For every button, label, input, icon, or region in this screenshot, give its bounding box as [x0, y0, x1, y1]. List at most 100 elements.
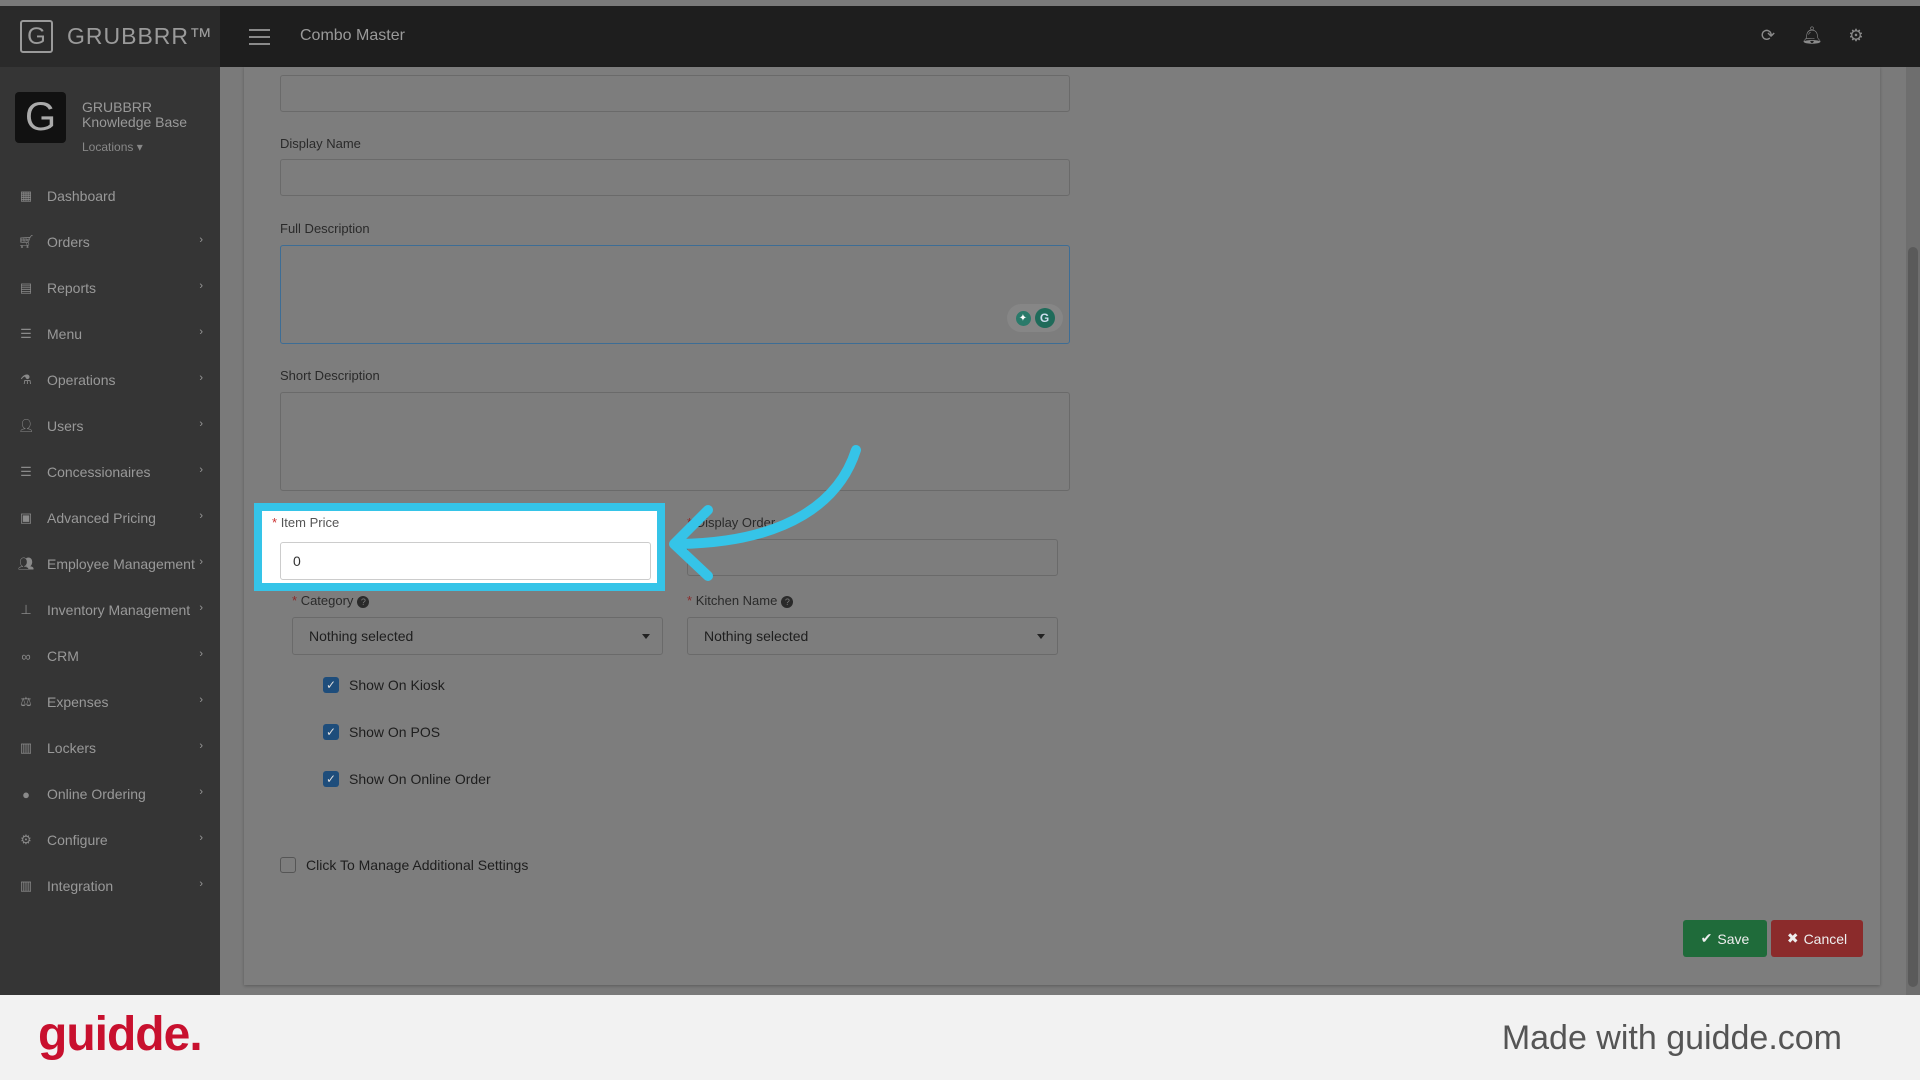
- checkbox-empty: [280, 857, 296, 873]
- category-selected: Nothing selected: [309, 628, 414, 644]
- checkbox-label: Show On POS: [349, 724, 441, 740]
- chevron-right-icon: ›: [199, 464, 203, 476]
- scrollbar-thumb[interactable]: [1908, 247, 1918, 987]
- check-icon: ✓: [323, 771, 339, 787]
- bell-icon[interactable]: 🔔︎: [1801, 26, 1823, 46]
- sidebar-item-label: Configure: [47, 832, 108, 848]
- sidebar-item-label: Employee Management: [47, 556, 195, 572]
- sidebar-item-expenses[interactable]: ⚖ Expenses ›: [0, 679, 220, 725]
- category-select[interactable]: Nothing selected: [292, 617, 663, 655]
- balance-icon: ⚖: [20, 694, 32, 709]
- sidebar-item-dashboard[interactable]: ▦ Dashboard: [0, 173, 220, 219]
- chevron-right-icon: ›: [199, 326, 203, 338]
- sidebar-item-label: Operations: [47, 372, 116, 388]
- top-icons: ⟳ 🔔︎ ⚙: [1758, 26, 1866, 46]
- sidebar-item-label: Expenses: [47, 694, 109, 710]
- dashboard-icon: ▦: [19, 188, 33, 203]
- sidebar-item-configure[interactable]: ⚙ Configure ›: [0, 817, 220, 863]
- footer: guidde. Made with guidde.com: [0, 995, 1920, 1080]
- sidebar-item-advanced-pricing[interactable]: ▣ Advanced Pricing ›: [0, 495, 220, 541]
- sidebar-item-crm[interactable]: ∞ CRM ›: [0, 633, 220, 679]
- locations-dropdown[interactable]: Locations ▾: [82, 140, 143, 154]
- sidebar-item-label: Advanced Pricing: [47, 510, 156, 526]
- checkbox-label: Show On Online Order: [349, 771, 491, 787]
- kitchen-name-label: * Kitchen Name?: [687, 593, 794, 608]
- show-on-pos-checkbox[interactable]: ✓ Show On POS: [323, 724, 440, 740]
- item-price-highlight: * Item Price 0: [254, 503, 665, 591]
- link-icon: ∞: [21, 648, 31, 664]
- cancel-button[interactable]: ✖ Cancel: [1771, 920, 1863, 957]
- check-icon: ✔: [1700, 930, 1713, 946]
- sitemap-icon: ⊥: [20, 602, 32, 617]
- locations-label: Locations: [82, 140, 134, 154]
- sidebar-item-inventory-management[interactable]: ⊥ Inventory Management ›: [0, 587, 220, 633]
- annotation-arrow: [669, 445, 861, 581]
- chevron-right-icon: ›: [199, 280, 203, 292]
- sidebar-item-reports[interactable]: ▤ Reports ›: [0, 265, 220, 311]
- page-title: Combo Master: [300, 27, 405, 44]
- report-icon: ▤: [19, 280, 33, 295]
- avatar[interactable]: G: [15, 92, 66, 143]
- made-with-text: Made with guidde.com: [1501, 1019, 1842, 1057]
- sidebar-item-label: Lockers: [47, 740, 97, 756]
- sidebar-item-users[interactable]: 👤︎ Users ›: [0, 403, 220, 449]
- chevron-right-icon: ›: [199, 740, 203, 752]
- caret-down-icon: [1037, 634, 1045, 639]
- grubbrr-logo-icon: G: [20, 20, 53, 53]
- sidebar-menu: ▦ Dashboard 🛒︎ Orders › ▤ Reports › ☰ Menu › ⚗ O…: [0, 173, 220, 909]
- scrollbar[interactable]: [1906, 67, 1920, 995]
- full-description-textarea[interactable]: ✦ G: [280, 245, 1070, 344]
- sidebar-item-label: Menu: [47, 326, 83, 342]
- check-icon: ✓: [323, 724, 339, 740]
- sidebar-item-label: Concessionaires: [47, 464, 151, 480]
- globe-icon: ●: [22, 786, 30, 802]
- short-description-label: Short Description: [280, 368, 380, 383]
- gear-icon[interactable]: ⚙: [1846, 26, 1866, 46]
- sidebar-item-label: Reports: [47, 280, 97, 296]
- sidebar-item-label: Users: [47, 418, 84, 434]
- help-icon[interactable]: ?: [357, 595, 370, 608]
- show-on-online-order-checkbox[interactable]: ✓ Show On Online Order: [323, 771, 491, 787]
- profile: G GRUBBRR Knowledge Base Locations ▾: [15, 92, 187, 154]
- check-icon: ✓: [323, 677, 339, 693]
- sidebar-item-online-ordering[interactable]: ● Online Ordering ›: [0, 771, 220, 817]
- brand-logo[interactable]: G GRUBBRR™: [0, 6, 220, 67]
- brand-name: GRUBBRR™: [67, 23, 214, 49]
- sidebar-item-label: Inventory Management: [47, 602, 191, 618]
- sidebar-item-integration[interactable]: ▥ Integration ›: [0, 863, 220, 909]
- checkbox-label: Click To Manage Additional Settings: [306, 857, 529, 873]
- item-price-input[interactable]: 0: [280, 542, 651, 580]
- full-description-label: Full Description: [280, 221, 370, 236]
- sidebar-item-employee-management[interactable]: 👥︎ Employee Management ›: [0, 541, 220, 587]
- sidebar-item-menu[interactable]: ☰ Menu ›: [0, 311, 220, 357]
- save-button[interactable]: ✔ Save: [1683, 920, 1767, 957]
- money-icon: ▣: [19, 510, 33, 525]
- additional-settings-checkbox[interactable]: Click To Manage Additional Settings: [280, 857, 528, 873]
- kitchen-name-selected: Nothing selected: [704, 628, 809, 644]
- chevron-right-icon: ›: [199, 510, 203, 522]
- help-icon[interactable]: ?: [781, 595, 794, 608]
- hamburger-menu-icon[interactable]: [249, 29, 270, 45]
- lightbulb-icon: ✦: [1015, 310, 1031, 326]
- sidebar-item-lockers[interactable]: ▥ Lockers ›: [0, 725, 220, 771]
- chevron-right-icon: ›: [199, 556, 203, 568]
- sidebar-item-concessionaires[interactable]: ☰ Concessionaires ›: [0, 449, 220, 495]
- grammarly-widget[interactable]: ✦ G: [1007, 304, 1063, 332]
- caret-down-icon: [642, 634, 650, 639]
- show-on-kiosk-checkbox[interactable]: ✓ Show On Kiosk: [323, 677, 445, 693]
- sidebar-item-operations[interactable]: ⚗ Operations ›: [0, 357, 220, 403]
- browser-strip: [0, 0, 1920, 6]
- top-input[interactable]: [280, 75, 1070, 112]
- top-navbar: G GRUBBRR™ Combo Master ⟳ 🔔︎ ⚙: [0, 0, 1920, 67]
- sidebar-item-orders[interactable]: 🛒︎ Orders ›: [0, 219, 220, 265]
- checkbox-label: Show On Kiosk: [349, 677, 445, 693]
- close-icon: ✖: [1786, 930, 1799, 946]
- item-price-label: * Item Price: [272, 515, 340, 530]
- display-name-label: Display Name: [280, 136, 361, 151]
- sidebar-item-label: Dashboard: [47, 188, 116, 204]
- sidebar: G GRUBBRR Knowledge Base Locations ▾ ▦ Da…: [0, 67, 220, 995]
- kitchen-name-select[interactable]: Nothing selected: [687, 617, 1058, 655]
- display-name-input[interactable]: [280, 159, 1070, 196]
- locker-icon: ▥: [19, 740, 33, 755]
- refresh-icon[interactable]: ⟳: [1758, 26, 1778, 46]
